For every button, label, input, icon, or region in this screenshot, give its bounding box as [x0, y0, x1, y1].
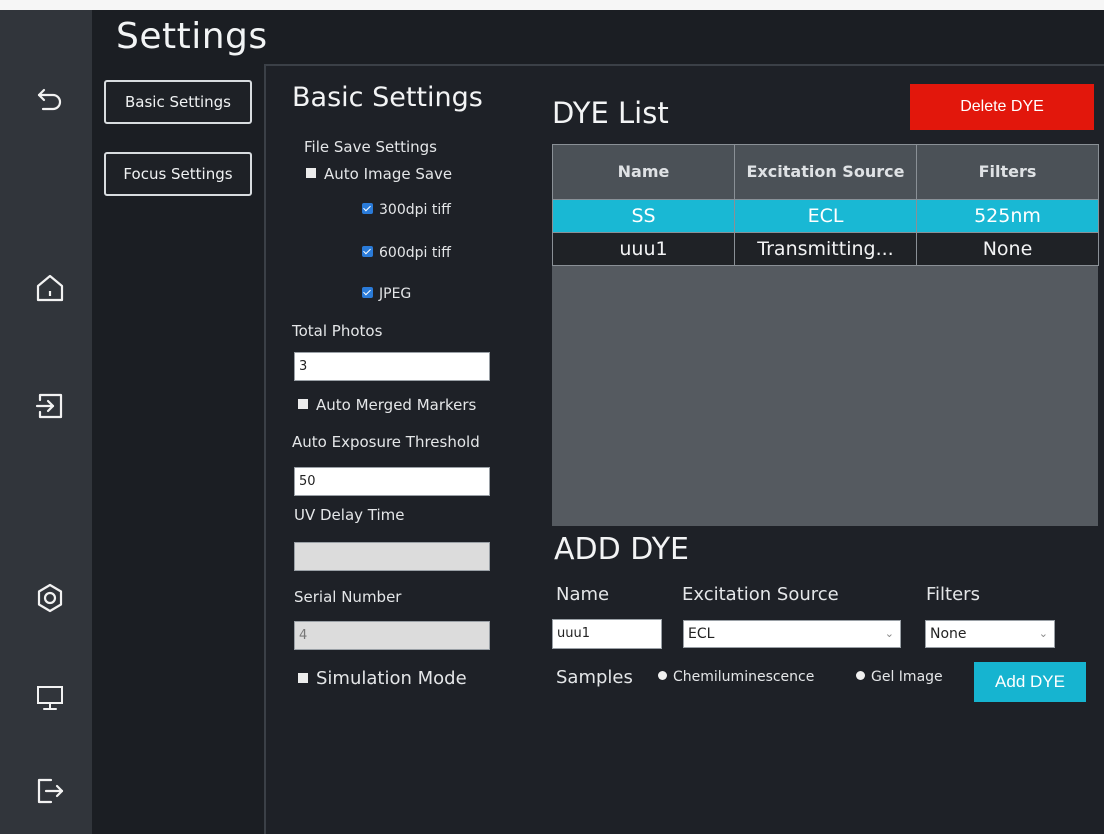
- opt-300dpi-checkbox[interactable]: 300dpi tiff: [362, 202, 451, 218]
- auto-merged-markers-label: Auto Merged Markers: [316, 396, 477, 414]
- total-photos-label: Total Photos: [292, 322, 383, 340]
- filters-value: None: [930, 626, 967, 642]
- simulation-mode-checkbox[interactable]: Simulation Mode: [298, 668, 467, 689]
- chevron-down-icon: ⌄: [1038, 627, 1048, 640]
- auto-image-save-checkbox[interactable]: Auto Image Save: [306, 165, 452, 183]
- dye-table: Name Excitation Source Filters SS ECL 52…: [552, 144, 1099, 526]
- opt-300dpi-label: 300dpi tiff: [379, 202, 451, 218]
- radio-gel-image[interactable]: Gel Image: [856, 669, 943, 685]
- auto-merged-markers-checkbox[interactable]: Auto Merged Markers: [298, 396, 476, 414]
- add-name-label: Name: [556, 584, 610, 605]
- checkbox-box: [306, 168, 316, 178]
- cell-source: ECL: [734, 199, 917, 233]
- add-dye-title: ADD DYE: [554, 532, 689, 567]
- excitation-source-value: ECL: [688, 626, 715, 642]
- opt-jpeg-checkbox[interactable]: JPEG: [362, 286, 411, 302]
- monitor-icon[interactable]: [34, 682, 66, 714]
- uv-delay-label: UV Delay Time: [294, 506, 405, 524]
- add-source-label: Excitation Source: [682, 584, 839, 605]
- excitation-source-select[interactable]: ECL ⌄: [683, 620, 901, 648]
- col-filters-header[interactable]: Filters: [916, 144, 1099, 200]
- serial-number-input[interactable]: 4: [294, 621, 490, 650]
- uv-delay-input[interactable]: [294, 542, 490, 571]
- logout-icon[interactable]: [34, 775, 66, 807]
- auto-exposure-label: Auto Exposure Threshold: [292, 433, 480, 451]
- icon-sidebar: [0, 10, 92, 834]
- window-top-edge: [0, 0, 1104, 10]
- add-dye-button[interactable]: Add DYE: [974, 662, 1086, 702]
- checkbox-box: [298, 399, 308, 409]
- tab-focus-settings[interactable]: Focus Settings: [104, 152, 252, 196]
- opt-jpeg-label: JPEG: [379, 286, 412, 302]
- tab-basic-settings[interactable]: Basic Settings: [104, 80, 252, 124]
- chemiluminescence-label: Chemiluminescence: [673, 669, 815, 685]
- col-source-header[interactable]: Excitation Source: [734, 144, 917, 200]
- page-title: Settings: [116, 16, 268, 57]
- delete-dye-button[interactable]: Delete DYE: [910, 84, 1094, 130]
- filters-select[interactable]: None ⌄: [925, 620, 1055, 648]
- cell-filter: 525nm: [916, 199, 1099, 233]
- home-icon[interactable]: [34, 272, 66, 304]
- radio-dot-icon: [658, 671, 667, 680]
- file-save-label: File Save Settings: [304, 138, 437, 156]
- cell-source: Transmitting...: [734, 232, 917, 266]
- auto-exposure-input[interactable]: 50: [294, 467, 490, 496]
- table-row[interactable]: uuu1 Transmitting... None: [552, 232, 1099, 266]
- radio-dot-icon: [856, 671, 865, 680]
- auto-image-save-label: Auto Image Save: [324, 165, 453, 183]
- table-row[interactable]: SS ECL 525nm: [552, 199, 1099, 233]
- cell-name: SS: [552, 199, 735, 233]
- cell-name: uuu1: [552, 232, 735, 266]
- serial-number-label: Serial Number: [294, 588, 402, 606]
- import-icon[interactable]: [34, 390, 66, 422]
- chevron-down-icon: ⌄: [884, 627, 894, 640]
- opt-600dpi-checkbox[interactable]: 600dpi tiff: [362, 245, 451, 261]
- settings-icon[interactable]: [34, 582, 66, 614]
- basic-settings-title: Basic Settings: [292, 82, 483, 113]
- col-name-header[interactable]: Name: [552, 144, 735, 200]
- opt-600dpi-label: 600dpi tiff: [379, 245, 451, 261]
- check-icon: [362, 246, 373, 257]
- checkbox-box: [298, 673, 308, 683]
- samples-label: Samples: [556, 667, 633, 688]
- check-icon: [362, 203, 373, 214]
- simulation-mode-label: Simulation Mode: [316, 668, 467, 689]
- dye-name-input[interactable]: uuu1: [552, 619, 662, 649]
- radio-chemiluminescence[interactable]: Chemiluminescence: [658, 669, 814, 685]
- add-filters-label: Filters: [926, 584, 980, 605]
- cell-filter: None: [916, 232, 1099, 266]
- back-icon[interactable]: [34, 82, 66, 114]
- gel-image-label: Gel Image: [871, 669, 943, 685]
- settings-nav: Basic Settings Focus Settings: [92, 64, 264, 834]
- check-icon: [362, 287, 373, 298]
- dye-list-title: DYE List: [552, 96, 669, 130]
- table-header-row: Name Excitation Source Filters: [552, 144, 1099, 200]
- total-photos-input[interactable]: 3: [294, 352, 490, 381]
